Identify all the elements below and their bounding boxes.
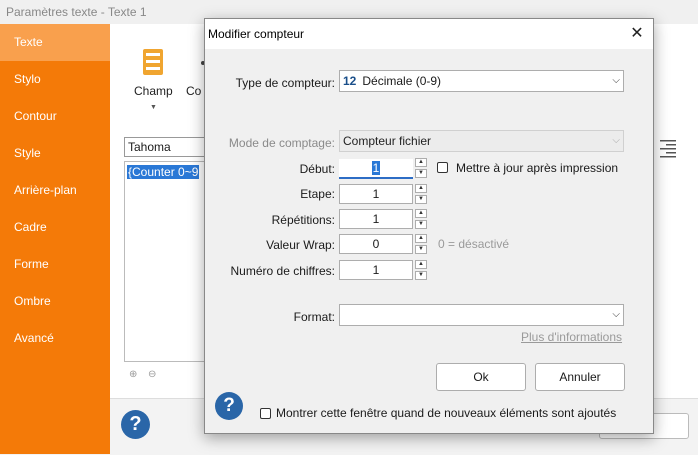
chevron-down-icon[interactable]: ▼ bbox=[150, 104, 157, 111]
count-mode-label: Mode de comptage: bbox=[228, 136, 335, 150]
sidebar-item-forme[interactable]: Forme bbox=[0, 246, 110, 283]
sidebar-item-style[interactable]: Style bbox=[0, 135, 110, 172]
repetitions-input[interactable]: 1 bbox=[339, 209, 413, 229]
field-button-label[interactable]: Champ bbox=[134, 84, 173, 98]
wrap-value-input[interactable]: 0 bbox=[339, 234, 413, 254]
chevron-down-icon: ⌵ bbox=[612, 135, 620, 146]
step-stepper[interactable]: ▲ ▼ bbox=[415, 184, 427, 204]
up-arrow-icon[interactable]: ▲ bbox=[415, 184, 427, 193]
repetitions-label: Répétitions: bbox=[271, 213, 335, 227]
update-after-print-checkbox[interactable] bbox=[437, 162, 448, 173]
modify-counter-dialog: Modifier compteur ✕ Type de compteur: 12… bbox=[204, 18, 654, 434]
start-label: Début: bbox=[299, 162, 335, 176]
type-value: Décimale (0-9) bbox=[362, 74, 442, 88]
counter-token: {Counter 0~9 bbox=[127, 165, 200, 179]
up-arrow-icon[interactable]: ▲ bbox=[415, 158, 427, 167]
more-info-link[interactable]: Plus d'informations bbox=[521, 330, 622, 344]
show-window-label[interactable]: Montrer cette fenêtre quand de nouveaux … bbox=[276, 406, 616, 420]
co-button-label[interactable]: Co bbox=[186, 84, 201, 98]
wrap-stepper[interactable]: ▲ ▼ bbox=[415, 234, 427, 254]
format-label: Format: bbox=[293, 310, 335, 324]
up-arrow-icon[interactable]: ▲ bbox=[415, 209, 427, 218]
help-icon[interactable]: ? bbox=[215, 392, 243, 420]
type-number: 12 bbox=[343, 74, 357, 88]
up-arrow-icon[interactable]: ▲ bbox=[415, 260, 427, 269]
close-icon[interactable]: ✕ bbox=[626, 23, 648, 45]
down-arrow-icon[interactable]: ▼ bbox=[415, 195, 427, 204]
repetitions-value: 1 bbox=[372, 212, 380, 226]
digits-value: 1 bbox=[372, 263, 380, 277]
help-icon[interactable]: ? bbox=[121, 410, 150, 439]
counter-type-label: Type de compteur: bbox=[235, 76, 335, 90]
cancel-button[interactable]: Annuler bbox=[535, 363, 625, 391]
mode-value: Compteur fichier bbox=[343, 134, 432, 148]
sidebar-item-texte[interactable]: Texte bbox=[0, 24, 110, 61]
format-select[interactable]: ⌵ bbox=[339, 304, 624, 326]
digits-input[interactable]: 1 bbox=[339, 260, 413, 280]
sidebar-item-arriere-plan[interactable]: Arrière-plan bbox=[0, 172, 110, 209]
font-name-field[interactable]: Tahoma bbox=[124, 137, 212, 157]
down-arrow-icon[interactable]: ▼ bbox=[415, 220, 427, 229]
count-mode-select: Compteur fichier ⌵ bbox=[339, 130, 624, 152]
show-window-checkbox[interactable] bbox=[260, 408, 271, 419]
dialog-title-bar: Modifier compteur ✕ bbox=[205, 19, 653, 49]
sidebar-item-stylo[interactable]: Stylo bbox=[0, 61, 110, 98]
align-right-icon[interactable] bbox=[658, 138, 678, 158]
counter-type-select[interactable]: 12 Décimale (0-9) ⌵ bbox=[339, 70, 624, 92]
sidebar: Texte Stylo Contour Style Arrière-plan C… bbox=[0, 24, 110, 454]
text-editor[interactable]: {Counter 0~9 bbox=[124, 161, 212, 362]
step-label: Etape: bbox=[300, 187, 335, 201]
update-after-print-label[interactable]: Mettre à jour après impression bbox=[456, 161, 618, 175]
sidebar-item-cadre[interactable]: Cadre bbox=[0, 209, 110, 246]
up-arrow-icon[interactable]: ▲ bbox=[415, 234, 427, 243]
step-input[interactable]: 1 bbox=[339, 184, 413, 204]
digits-stepper[interactable]: ▲ ▼ bbox=[415, 260, 427, 280]
sidebar-item-ombre[interactable]: Ombre bbox=[0, 283, 110, 320]
sidebar-item-avance[interactable]: Avancé bbox=[0, 320, 110, 357]
step-value: 1 bbox=[372, 187, 380, 201]
ok-button[interactable]: Ok bbox=[436, 363, 526, 391]
zoom-out-icon[interactable]: ⊖ bbox=[148, 369, 156, 380]
repetitions-stepper[interactable]: ▲ ▼ bbox=[415, 209, 427, 229]
dialog-title: Modifier compteur bbox=[208, 27, 305, 41]
chevron-down-icon: ⌵ bbox=[612, 309, 620, 320]
start-value: 1 bbox=[371, 161, 381, 175]
wrap-value: 0 bbox=[372, 237, 380, 251]
field-icon[interactable] bbox=[143, 49, 163, 75]
down-arrow-icon[interactable]: ▼ bbox=[415, 271, 427, 280]
wrap-hint: 0 = désactivé bbox=[438, 237, 510, 251]
chevron-down-icon: ⌵ bbox=[612, 75, 620, 86]
start-stepper[interactable]: ▲ ▼ bbox=[415, 158, 427, 178]
start-input[interactable]: 1 bbox=[339, 159, 413, 179]
down-arrow-icon[interactable]: ▼ bbox=[415, 169, 427, 178]
window-title: Paramètres texte - Texte 1 bbox=[6, 5, 147, 19]
zoom-in-icon[interactable]: ⊕ bbox=[129, 369, 137, 380]
down-arrow-icon[interactable]: ▼ bbox=[415, 245, 427, 254]
digits-label: Numéro de chiffres: bbox=[230, 264, 336, 278]
sidebar-item-contour[interactable]: Contour bbox=[0, 98, 110, 135]
wrap-value-label: Valeur Wrap: bbox=[266, 238, 335, 252]
